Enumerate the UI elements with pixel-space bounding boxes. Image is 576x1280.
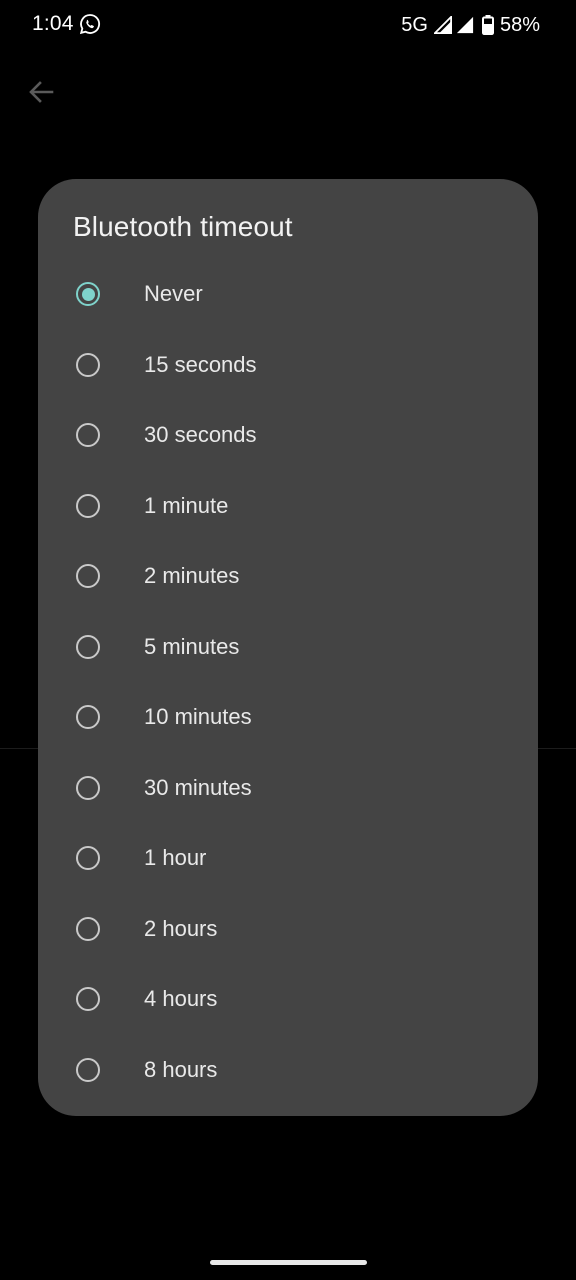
timeout-option[interactable]: 10 minutes	[38, 682, 538, 753]
option-label: 4 hours	[144, 986, 218, 1012]
radio-button-unchecked[interactable]	[76, 987, 100, 1012]
option-label: 1 minute	[144, 492, 229, 518]
radio-button-checked[interactable]	[76, 282, 100, 307]
timeout-option[interactable]: Never	[38, 259, 538, 330]
radio-button-unchecked[interactable]	[76, 916, 100, 941]
radio-button-unchecked[interactable]	[76, 564, 100, 589]
radio-button-unchecked[interactable]	[76, 634, 100, 659]
radio-button-unchecked[interactable]	[76, 423, 100, 448]
option-label: 1 hour	[144, 845, 207, 871]
radio-button-unchecked[interactable]	[76, 775, 100, 800]
timeout-option[interactable]: 1 minute	[38, 471, 538, 542]
option-label: 2 hours	[144, 915, 218, 941]
timeout-option[interactable]: 2 minutes	[38, 541, 538, 612]
screen: 1:04 5G 58% Bluetooth timeout Never 15 s…	[0, 0, 576, 1280]
timeout-option[interactable]: 2 hours	[38, 894, 538, 965]
option-label: 30 minutes	[144, 774, 252, 800]
radio-button-unchecked[interactable]	[76, 1057, 100, 1082]
timeout-option[interactable]: 15 seconds	[38, 330, 538, 401]
option-label: 15 seconds	[144, 351, 257, 377]
option-label: 5 minutes	[144, 633, 240, 659]
radio-button-unchecked[interactable]	[76, 705, 100, 730]
timeout-option[interactable]: 30 minutes	[38, 753, 538, 824]
bluetooth-timeout-dialog: Bluetooth timeout Never 15 seconds 30 seco…	[38, 179, 538, 1116]
option-label: 30 seconds	[144, 422, 257, 448]
option-label: 10 minutes	[144, 704, 252, 730]
timeout-option[interactable]: 5 minutes	[38, 612, 538, 683]
option-label: 8 hours	[144, 1056, 218, 1082]
timeout-option[interactable]: 4 hours	[38, 964, 538, 1035]
radio-button-unchecked[interactable]	[76, 352, 100, 377]
timeout-option[interactable]: 8 hours	[38, 1035, 538, 1106]
radio-button-unchecked[interactable]	[76, 846, 100, 871]
gesture-nav-handle[interactable]	[210, 1260, 367, 1265]
option-label: 2 minutes	[144, 563, 240, 589]
radio-button-unchecked[interactable]	[76, 493, 100, 518]
timeout-options-list: Never 15 seconds 30 seconds 1 minute 2 minut…	[38, 259, 538, 1105]
timeout-option[interactable]: 1 hour	[38, 823, 538, 894]
option-label: Never	[144, 281, 203, 307]
timeout-option[interactable]: 30 seconds	[38, 400, 538, 471]
dialog-title: Bluetooth timeout	[73, 211, 293, 242]
